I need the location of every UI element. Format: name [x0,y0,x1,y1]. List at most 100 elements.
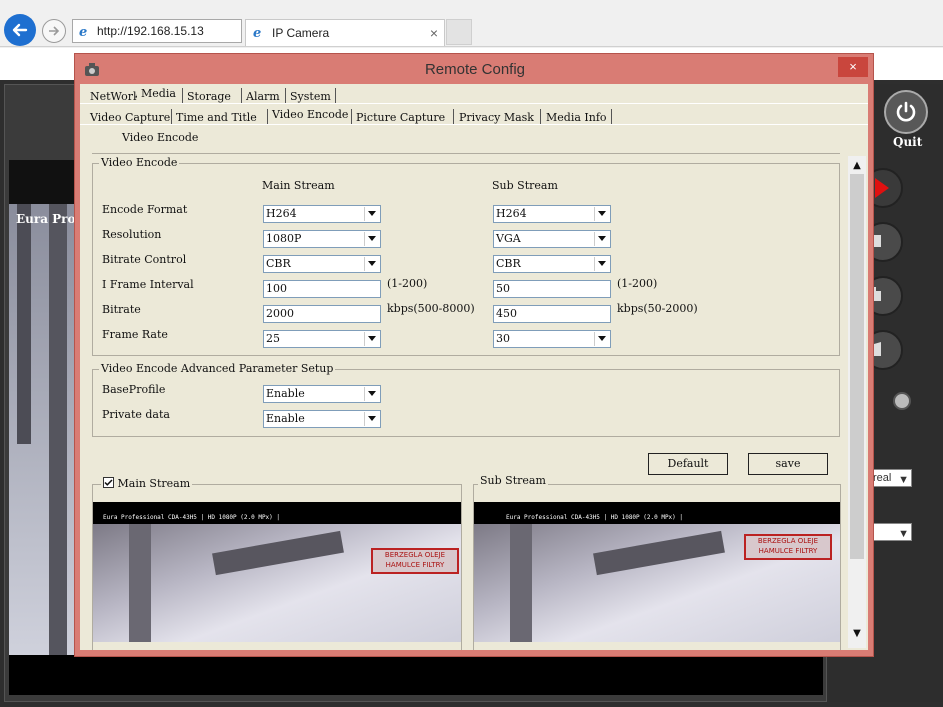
tab-separator [241,88,242,104]
sub-bitrate-input[interactable]: 450 [493,305,611,323]
main-resolution-select[interactable]: 1080P [263,230,381,248]
chevron-down-icon [364,257,379,271]
ie-logo-icon: e [79,25,87,38]
sub-bitrate-control-select[interactable]: CBR [493,255,611,273]
chevron-down-icon [364,232,379,246]
group-title: Video Encode [99,156,180,169]
sub-bitrate-control-value: CBR [496,257,521,270]
quit-button[interactable] [884,90,928,134]
main-resolution-value: 1080P [266,232,302,245]
dialog-close-button[interactable]: × [838,57,868,77]
section-header-line [92,153,840,154]
preview-post [510,524,532,642]
group-title: Video Encode Advanced Parameter Setup [99,362,336,375]
private-data-select[interactable]: Enable [263,410,381,428]
dialog-title: Remote Config [424,61,526,78]
tab-row-divider [80,124,868,125]
chevron-down-icon [364,387,379,401]
encode-format-label: Encode Format [102,203,188,216]
sub-stream-header: Sub Stream [492,179,558,192]
main-stream-preview: Eura Professional CDA-43H5 | HD 1080P (2… [93,502,461,642]
main-preview-banner: BERZEGLA OLEJE HAMULCE FILTRY [371,548,459,574]
live-video-bottom-bar [9,655,823,695]
scroll-up-icon[interactable]: ▲ [848,158,866,174]
browser-back-button[interactable] [4,14,36,46]
default-button[interactable]: Default [648,453,728,475]
sub-frame-rate-select[interactable]: 30 [493,330,611,348]
sub-preview-banner: BERZEGLA OLEJE HAMULCE FILTRY [744,534,832,560]
sub-i-frame-interval-input[interactable]: 50 [493,280,611,298]
dialog-content: NetWork Media Storage Alarm System Video Cap… [80,84,868,650]
chevron-down-icon [594,257,609,271]
main-stream-preview-title: Main Stream [117,477,191,490]
bitrate-control-label: Bitrate Control [102,253,187,266]
tab-video-encode[interactable]: Video Encode [268,106,353,124]
sub-encode-format-select[interactable]: H264 [493,205,611,223]
chevron-down-icon [594,232,609,246]
preview-post [129,524,151,642]
chevron-down-icon: ▼ [898,474,909,486]
sub-i-frame-interval-hint: (1-200) [617,277,658,290]
sub-resolution-select[interactable]: VGA [493,230,611,248]
chevron-down-icon [594,332,609,346]
i-frame-interval-label: I Frame Interval [102,278,194,291]
address-bar[interactable]: e http://192.168.15.13 [72,19,242,43]
main-bitrate-value: 2000 [266,307,294,320]
sub-i-frame-interval-value: 50 [496,282,510,295]
option-select[interactable]: ▼ [872,523,912,541]
main-i-frame-interval-hint: (1-200) [387,277,428,290]
browser-tab-ip-camera[interactable]: e IP Camera × [245,19,445,46]
main-bitrate-hint: kbps(500-8000) [387,302,475,315]
chevron-down-icon [364,332,379,346]
sub-frame-rate-value: 30 [496,332,510,345]
tab-separator [182,88,183,104]
save-button[interactable]: save [748,453,828,475]
advanced-parameter-group: Video Encode Advanced Parameter Setup [92,362,840,437]
private-data-label: Private data [102,408,170,421]
arrow-right-icon [49,26,60,36]
sub-bitrate-value: 450 [496,307,517,320]
video-encode-group: Video Encode [92,156,840,356]
live-video-osd: Eura Pro [16,212,76,226]
main-i-frame-interval-input[interactable]: 100 [263,280,381,298]
new-tab-button[interactable] [446,19,472,45]
chevron-down-icon [364,412,379,426]
tab-close-icon[interactable]: × [430,20,438,46]
main-frame-rate-value: 25 [266,332,280,345]
main-stream-header: Main Stream [262,179,335,192]
volume-knob[interactable] [893,392,911,410]
sub-resolution-value: VGA [496,232,521,245]
baseprofile-select[interactable]: Enable [263,385,381,403]
main-stream-checkbox-label[interactable]: Main Stream [101,477,193,490]
stream-select[interactable]: real ▼ [872,469,912,487]
main-encode-format-select[interactable]: H264 [263,205,381,223]
tab-separator [267,109,268,125]
main-i-frame-interval-value: 100 [266,282,287,295]
checkbox-icon[interactable] [103,477,114,488]
svg-text:e: e [253,26,261,39]
tab-separator [335,88,336,104]
main-encode-format-value: H264 [266,207,297,220]
svg-text:e: e [79,25,87,38]
main-bitrate-control-select[interactable]: CBR [263,255,381,273]
toolbar-divider [0,46,943,47]
chevron-down-icon [364,207,379,221]
section-header: Video Encode [122,131,199,144]
scroll-down-icon[interactable]: ▼ [848,626,866,642]
scrollbar-thumb[interactable] [850,174,864,559]
tab-separator [540,109,541,125]
baseprofile-label: BaseProfile [102,383,166,396]
main-frame-rate-select[interactable]: 25 [263,330,381,348]
main-bitrate-input[interactable]: 2000 [263,305,381,323]
tab-separator [453,109,454,125]
browser-toolbar: e http://192.168.15.13 e IP Camera × [0,0,943,48]
sub-preview-osd: Eura Professional CDA-43H5 | HD 1080P (2… [506,514,684,521]
baseprofile-value: Enable [266,387,305,400]
browser-forward-button[interactable] [42,19,66,43]
sub-encode-format-value: H264 [496,207,527,220]
browser-tab-title: IP Camera [272,26,330,40]
sub-stream-preview-title: Sub Stream [478,474,548,487]
tab-media[interactable]: Media [137,85,180,103]
chevron-down-icon [594,207,609,221]
address-text: http://192.168.15.13 [97,24,204,38]
